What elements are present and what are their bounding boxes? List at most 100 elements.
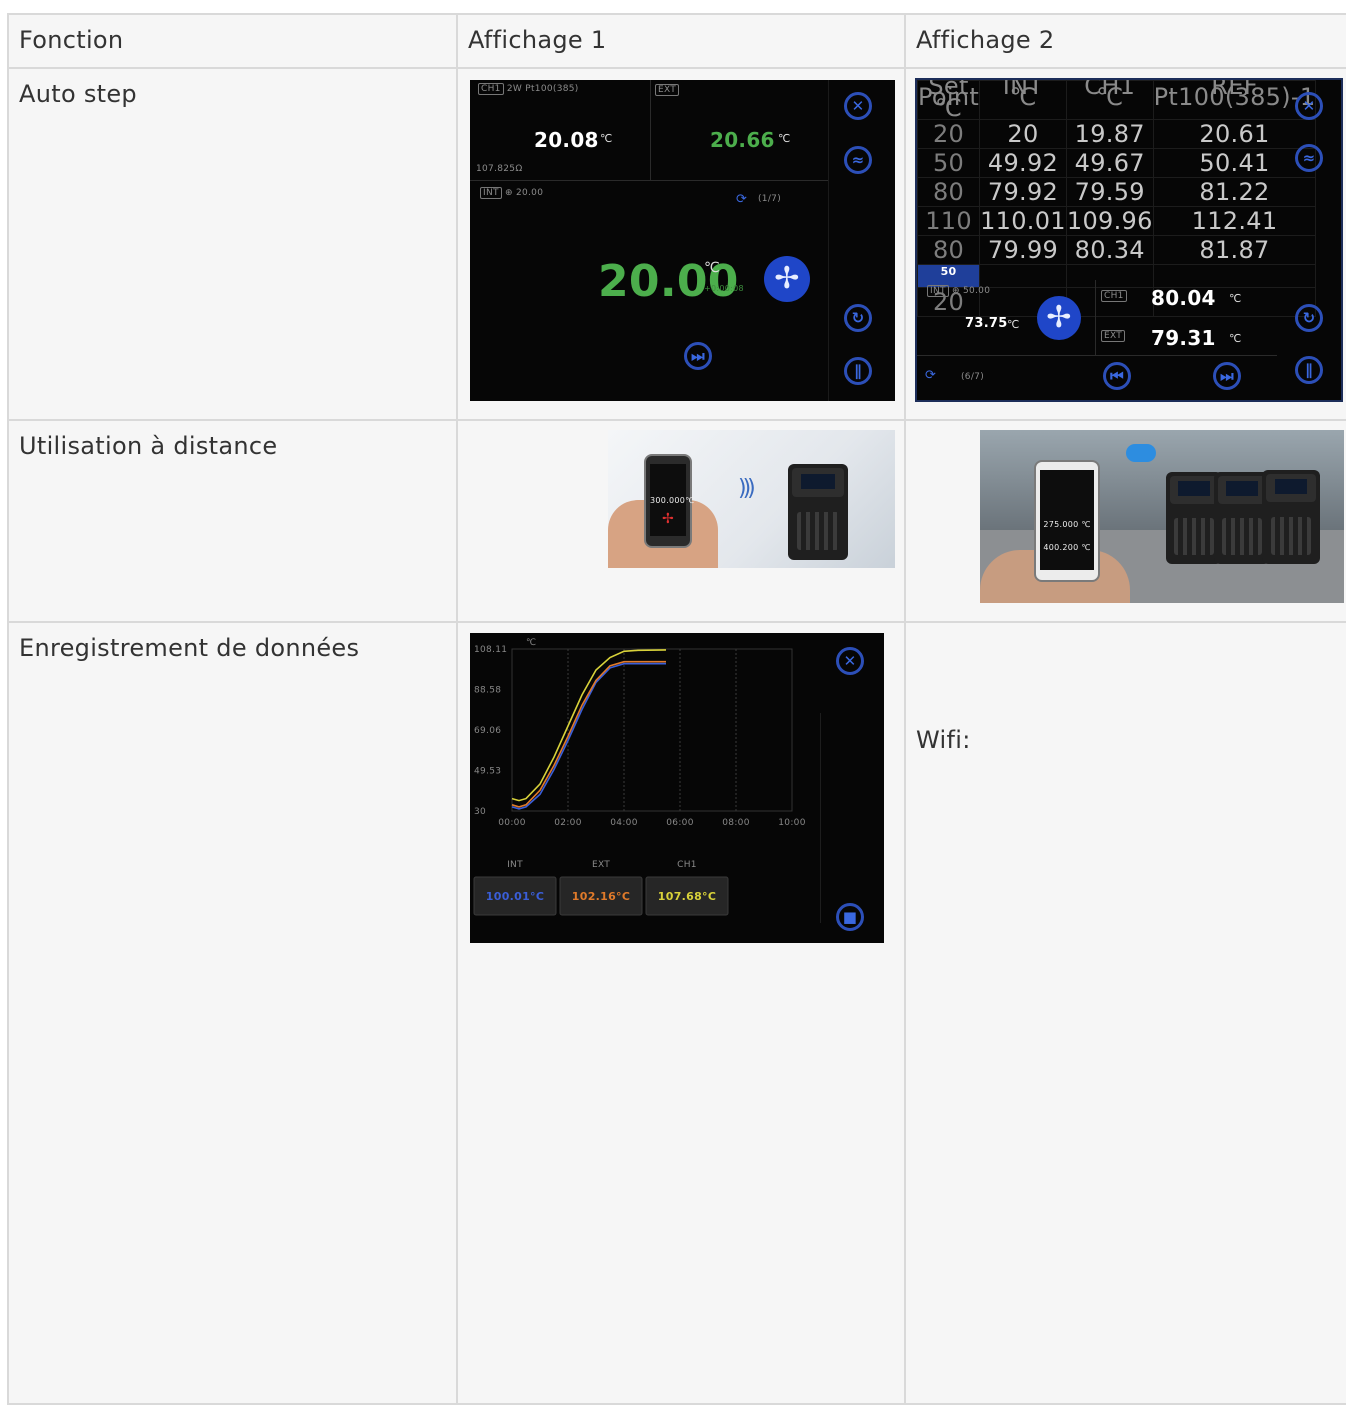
wifi-label: Wifi: xyxy=(916,726,971,754)
refresh-icon[interactable]: ↻ xyxy=(1295,304,1323,332)
header-cell: Affichage 2 xyxy=(904,13,1346,69)
calibrator-device-image xyxy=(1262,470,1320,564)
row-label-cell: Utilisation à distance xyxy=(7,419,458,623)
auto-step-table: Set Point ℃ INT ℃ CH1 ℃ REF Pt100(385)-1… xyxy=(917,78,1317,317)
y-tick-label: 49.53 xyxy=(474,766,501,776)
table-row: 80 79.99 80.34 81.87 xyxy=(917,235,1317,265)
ext-value: 79.31 xyxy=(1151,326,1216,350)
auto-step-screen-1: CH1 2W Pt100(385) EXT 20.08 ℃ 20.66 ℃ 10… xyxy=(470,80,895,401)
close-icon[interactable]: ✕ xyxy=(844,92,872,120)
series-line-ch1 xyxy=(511,649,667,802)
step-counter: (1/7) xyxy=(758,194,782,204)
ch1-tag: CH1 xyxy=(478,83,504,95)
previous-step-icon[interactable]: ⏮ xyxy=(1103,362,1131,390)
table-row: 80 79.92 79.59 81.22 xyxy=(917,177,1317,207)
repeat-icon: ⟳ xyxy=(736,192,748,207)
logging-chart: 00:00 02:00 04:00 06:00 08:00 10:00 108.11 88.5… xyxy=(473,638,805,916)
x-tick-label: 06:00 xyxy=(666,818,693,828)
table-row: Utilisation à distance 300.000℃ ✢ ))) 275… xyxy=(7,419,1346,623)
refresh-icon[interactable]: ↻ xyxy=(844,304,872,332)
int-setpoint: 50.00 xyxy=(962,286,991,296)
graph-icon[interactable]: ≈ xyxy=(844,146,872,174)
unit-label: ℃ xyxy=(600,132,613,145)
phone-temperature: 300.000℃ xyxy=(650,496,695,505)
series-line-int xyxy=(511,662,666,810)
int-setpoint: 20.00 xyxy=(515,188,544,198)
row-label-auto-step: Auto step xyxy=(19,80,137,108)
pause-icon[interactable]: ∥ xyxy=(844,357,872,385)
header-cell: Affichage 1 xyxy=(456,13,906,69)
legend-value: 100.01°C xyxy=(486,890,544,903)
timer-value: +0:00:08 xyxy=(704,284,744,293)
int-tag: INT xyxy=(480,187,502,199)
step-counter: (6/7) xyxy=(961,372,985,382)
auto-step-display1-cell: CH1 2W Pt100(385) EXT 20.08 ℃ 20.66 ℃ 10… xyxy=(456,67,906,421)
close-icon[interactable]: ✕ xyxy=(836,647,864,675)
x-tick-label: 00:00 xyxy=(498,818,525,828)
remote-use-photo-2: 275.000 ℃ 400.200 ℃ xyxy=(980,430,1344,603)
graph-icon[interactable]: ≈ xyxy=(1295,144,1323,172)
ext-tag: EXT xyxy=(655,84,680,96)
legend-name: EXT xyxy=(592,860,610,870)
auto-step-display2-cell: Set Point ℃ INT ℃ CH1 ℃ REF Pt100(385)-1… xyxy=(904,67,1346,421)
x-tick-label: 04:00 xyxy=(610,818,637,828)
x-tick-label: 10:00 xyxy=(778,818,805,828)
header-row: Fonction Affichage 1 Affichage 2 xyxy=(7,13,1346,69)
fan-icon: ✢ xyxy=(764,256,810,302)
table-row: 20 20 19.87 20.61 xyxy=(917,119,1317,149)
col-ref: REF Pt100(385)-1 xyxy=(1152,80,1317,120)
y-tick-label: 108.11 xyxy=(474,645,507,655)
unit-label: ℃ xyxy=(1229,292,1242,305)
resistance-value: 107.825Ω xyxy=(476,164,523,174)
unit-label: ℃ xyxy=(778,132,791,145)
wifi-cell: Wifi: xyxy=(904,621,1346,1405)
int-value: 73.75 xyxy=(965,316,1008,331)
remote-use-photo-1: 300.000℃ ✢ ))) xyxy=(608,430,895,568)
auto-step-screen-2: Set Point ℃ INT ℃ CH1 ℃ REF Pt100(385)-1… xyxy=(915,78,1343,402)
row-label-cell: Auto step xyxy=(7,67,458,421)
col-ch1: CH1 ℃ xyxy=(1065,80,1154,120)
phone-temperature: 275.000 ℃ xyxy=(1043,520,1091,529)
y-tick-label: 30 xyxy=(474,807,486,817)
cloud-icon xyxy=(1126,444,1156,462)
y-axis-label: ℃ xyxy=(526,638,536,648)
calibrator-device-image xyxy=(788,464,848,560)
header-affichage-2: Affichage 2 xyxy=(916,26,1055,54)
legend-name: INT xyxy=(507,860,523,870)
y-tick-label: 88.58 xyxy=(474,686,501,696)
header-affichage-1: Affichage 1 xyxy=(468,26,607,54)
x-tick-label: 08:00 xyxy=(722,818,749,828)
repeat-icon: ⟳ xyxy=(925,368,937,383)
table-row: Enregistrement de données 00:00 02:00 04:0… xyxy=(7,621,1346,1405)
ext-value: 20.66 xyxy=(710,128,775,152)
stop-icon[interactable]: ■ xyxy=(836,903,864,931)
row-label-data-logging: Enregistrement de données xyxy=(19,634,360,662)
ch1-value: 20.08 xyxy=(534,128,599,152)
pause-icon[interactable]: ∥ xyxy=(1295,356,1323,384)
y-tick-label: 69.06 xyxy=(474,726,501,736)
smartphone-image: 300.000℃ ✢ xyxy=(644,454,695,548)
col-setpoint: Set Point ℃ xyxy=(917,78,981,122)
close-icon[interactable]: ✕ xyxy=(1295,92,1323,120)
table-row: 50 49.92 49.67 50.41 xyxy=(917,148,1317,178)
current-step-cell: 50 xyxy=(917,264,981,288)
ch1-sensor: 2W Pt100(385) xyxy=(506,84,579,94)
smartphone-image: 275.000 ℃ 400.200 ℃ xyxy=(1034,460,1100,582)
x-tick-label: 02:00 xyxy=(554,818,581,828)
table-row: Auto step CH1 2W Pt100(385) EXT 20.08 ℃ … xyxy=(7,67,1346,421)
skip-step-icon[interactable]: ⏭ xyxy=(684,342,712,370)
data-logging-screen: 00:00 02:00 04:00 06:00 08:00 10:00 108.11 88.5… xyxy=(470,633,884,943)
ch1-tag: CH1 xyxy=(1101,290,1127,302)
main-unit: ℃ xyxy=(704,260,721,276)
remote-photo2-cell: 275.000 ℃ 400.200 ℃ xyxy=(904,419,1346,623)
unit-label: ℃ xyxy=(1229,332,1242,345)
row-label-cell: Enregistrement de données xyxy=(7,621,458,1405)
feature-table: Fonction Affichage 1 Affichage 2 Auto st… xyxy=(7,13,1346,1405)
table-row: 50 xyxy=(917,264,1317,288)
remote-photo1-cell: 300.000℃ ✢ ))) xyxy=(456,419,906,623)
header-fonction: Fonction xyxy=(19,26,124,54)
legend-value: 102.16°C xyxy=(572,890,630,903)
legend-value: 107.68°C xyxy=(658,890,716,903)
next-step-icon[interactable]: ⏭ xyxy=(1213,362,1241,390)
table-row: 110 110.01 109.96 112.41 xyxy=(917,206,1317,236)
